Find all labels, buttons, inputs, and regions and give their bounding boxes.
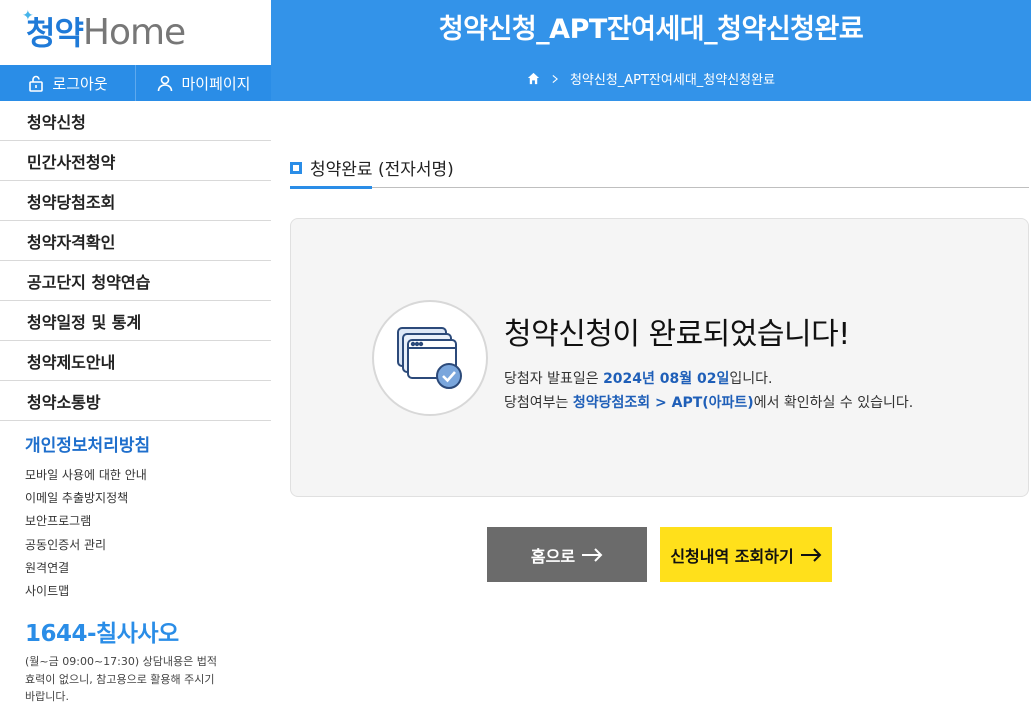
page: ✦ 청약Home 로그아웃 마이페이지 청약신청 민간사전청약 청약당첨조회 청… [0,0,1031,710]
user-bar: 로그아웃 마이페이지 [0,65,271,101]
arrow-right-icon [800,547,822,562]
sidebar: ✦ 청약Home 로그아웃 마이페이지 청약신청 민간사전청약 청약당첨조회 청… [0,0,271,710]
menu-item-schedule-stats[interactable]: 청약일정 및 통계 [0,301,271,341]
section-underline [290,186,372,189]
link-certificate[interactable]: 공동인증서 관리 [25,534,150,557]
document-check-icon [372,300,488,416]
section-title: 청약완료 (전자서명) [290,155,454,180]
breadcrumb-current: 청약신청_APT잔여세대_청약신청완료 [569,73,776,88]
breadcrumb: 청약신청_APT잔여세대_청약신청완료 [271,69,1031,88]
logo-part-b: Home [82,11,186,53]
home-button[interactable]: 홈으로 [487,527,647,582]
logo[interactable]: ✦ 청약Home [0,0,271,65]
user-icon [158,75,173,92]
check-guide-line: 당첨여부는 청약당첨조회 > APT(아파트)에서 확인하실 수 있습니다. [504,391,913,415]
policy-section: 개인정보처리방침 모바일 사용에 대한 안내 이메일 추출방지정책 보안프로그램… [25,431,150,603]
sidebar-menu: 청약신청 민간사전청약 청약당첨조회 청약자격확인 공고단지 청약연습 청약일정… [0,101,271,421]
completion-message: 청약신청이 완료되었습니다! 당첨자 발표일은 2024년 08월 02일입니다… [504,309,913,415]
line2-post: 에서 확인하실 수 있습니다. [753,395,914,411]
announce-date-line: 당첨자 발표일은 2024년 08월 02일입니다. [504,367,913,391]
footer-links: 모바일 사용에 대한 안내 이메일 추출방지정책 보안프로그램 공동인증서 관리… [25,464,150,603]
page-title: 청약신청_APT잔여세대_청약신청완료 [438,14,864,45]
menu-item-practice[interactable]: 공고단지 청약연습 [0,261,271,301]
announce-date: 2024년 08월 02일 [603,371,730,387]
logo-text: ✦ 청약Home [22,9,186,53]
call-center: 1644-칠사사오 (월~금 09:00~17:30) 상담내용은 법적효력이 … [25,614,225,706]
logout-button[interactable]: 로그아웃 [0,65,135,101]
menu-item-apply[interactable]: 청약신청 [0,101,271,141]
call-number: 1644-칠사사오 [25,621,179,647]
link-sitemap[interactable]: 사이트맵 [25,580,150,603]
link-security-program[interactable]: 보안프로그램 [25,510,150,533]
link-mobile-guide[interactable]: 모바일 사용에 대한 안내 [25,464,150,487]
menu-item-winner-lookup[interactable]: 청약당첨조회 [0,181,271,221]
view-application-label: 신청내역 조회하기 [670,546,794,566]
privacy-policy-link[interactable]: 개인정보처리방침 [25,431,150,456]
line2-pre: 당첨여부는 [504,395,573,411]
square-bullet-icon [290,161,302,174]
completion-panel: 청약신청이 완료되었습니다! 당첨자 발표일은 2024년 08월 02일입니다… [290,218,1029,497]
section-heading: 청약완료 (전자서명) [290,152,1029,189]
sparkle-icon: ✦ [22,7,34,24]
menu-item-eligibility-check[interactable]: 청약자격확인 [0,221,271,261]
menu-item-community[interactable]: 청약소통방 [0,381,271,421]
home-icon[interactable] [527,72,540,85]
logout-label: 로그아웃 [52,74,108,93]
arrow-right-icon [582,547,603,562]
line1-pre: 당첨자 발표일은 [504,371,604,387]
chevron-right-icon [552,74,558,83]
logo-part-a: 청약 [26,13,84,52]
completion-title: 청약신청이 완료되었습니다! [504,317,850,352]
mypage-button[interactable]: 마이페이지 [135,65,271,101]
link-remote[interactable]: 원격연결 [25,557,150,580]
menu-item-private-pre-subscription[interactable]: 민간사전청약 [0,141,271,181]
lock-icon [29,75,44,92]
menu-item-system-guide[interactable]: 청약제도안내 [0,341,271,381]
view-application-button[interactable]: 신청내역 조회하기 [660,527,832,582]
winner-lookup-link[interactable]: 청약당첨조회 > APT(아파트) [573,395,754,411]
link-email-policy[interactable]: 이메일 추출방지정책 [25,487,150,510]
section-title-text: 청약완료 (전자서명) [310,160,454,180]
page-header: 청약신청_APT잔여세대_청약신청완료 청약신청_APT잔여세대_청약신청완료 [271,0,1031,101]
home-button-label: 홈으로 [530,546,576,566]
call-note: (월~금 09:00~17:30) 상담내용은 법적효력이 없으니, 참고용으로… [25,655,217,703]
mypage-label: 마이페이지 [181,74,251,93]
line1-post: 입니다. [729,371,773,387]
